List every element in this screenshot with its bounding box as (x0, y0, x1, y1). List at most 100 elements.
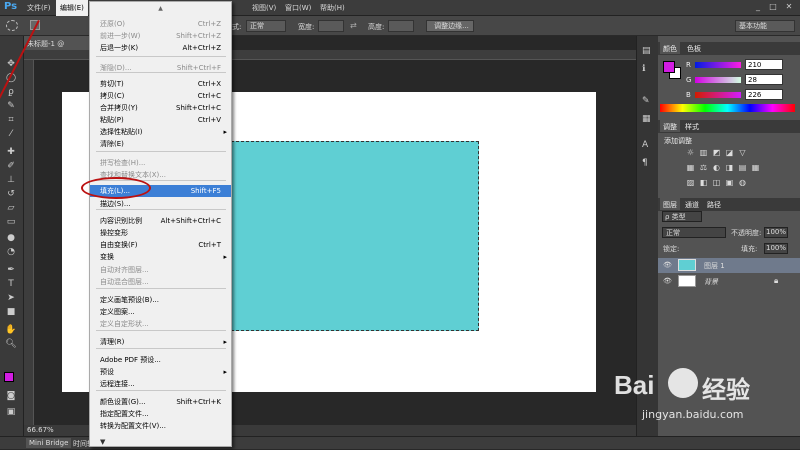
adjustment-icon[interactable]: ▣ (725, 178, 734, 187)
menu-item[interactable]: 颜色设置(G)... Shift+Ctrl+K (90, 396, 231, 408)
zoom-level[interactable]: 66.67% (27, 426, 54, 434)
layer-name[interactable]: 背景 (704, 277, 718, 287)
layer-1-rectangle-selection[interactable] (231, 141, 479, 331)
blur-tool-icon[interactable]: ● (4, 232, 18, 245)
minimize-icon[interactable]: _ (752, 2, 764, 13)
adjustments-tab[interactable]: 调整 (660, 120, 680, 132)
opacity-field[interactable]: 100% (764, 227, 788, 238)
menu-item[interactable]: 还原(O) Ctrl+Z (90, 18, 231, 30)
layer-name[interactable]: 图层 1 (704, 261, 725, 271)
adjustment-icon[interactable]: ◍ (738, 178, 747, 187)
menu-item[interactable]: 远程连接... (90, 378, 231, 390)
menu-item[interactable]: 描边(S)... (90, 198, 231, 210)
r-slider[interactable] (695, 62, 741, 68)
menu-item[interactable]: 内容识别比例 Alt+Shift+Ctrl+C (90, 215, 231, 227)
foreground-color-swatch[interactable] (4, 372, 14, 382)
menu-item[interactable]: 自由变换(F) Ctrl+T (90, 239, 231, 251)
menu-item[interactable]: 前进一步(W) Shift+Ctrl+Z (90, 30, 231, 42)
adjustment-icon[interactable]: ▦ (686, 163, 695, 172)
paths-tab[interactable]: 路径 (704, 198, 724, 210)
menu-item[interactable]: 转换为配置文件(V)... (90, 420, 231, 432)
menu-item[interactable]: 选择性粘贴(I) ▸ (90, 126, 231, 138)
b-value[interactable]: 226 (745, 89, 783, 100)
lasso-tool-icon[interactable]: ϼ (4, 86, 18, 99)
zoom-tool-icon[interactable]: 🔍︎ (4, 338, 18, 351)
menu-item[interactable]: 渐隐(D)... Shift+Ctrl+F (90, 62, 231, 74)
pen-tool-icon[interactable]: ✒ (4, 264, 18, 277)
screen-mode-icon[interactable]: ▣ (4, 406, 18, 419)
maximize-icon[interactable]: □ (767, 2, 779, 13)
properties-panel-icon[interactable]: ℹ (642, 64, 645, 74)
height-field[interactable] (388, 20, 414, 32)
menu-item[interactable]: 指定配置文件... (90, 408, 231, 420)
layer-row-1[interactable]: 👁︎ 图层 1 (658, 258, 800, 273)
adjustment-icon[interactable]: ◧ (699, 178, 708, 187)
close-icon[interactable]: ✕ (783, 2, 795, 13)
adjustment-icon[interactable]: ▤ (738, 163, 747, 172)
adjustment-icon[interactable]: ◪ (725, 148, 734, 157)
adjustment-icon[interactable]: ⚖ (699, 163, 708, 172)
workspace-select[interactable]: 基本功能 (735, 20, 795, 32)
swatches-tab[interactable]: 色板 (684, 42, 704, 54)
adjustment-icon[interactable]: ◐ (712, 163, 721, 172)
color-fg-swatch[interactable] (663, 61, 675, 73)
history-panel-icon[interactable]: ▤ (642, 46, 651, 56)
adjustment-icon[interactable]: ▽ (738, 148, 747, 157)
menu-item[interactable]: 自动混合图层... (90, 276, 231, 288)
eyedropper-tool-icon[interactable]: ⁄ (4, 128, 18, 141)
menu-item[interactable]: 预设 ▸ (90, 366, 231, 378)
eraser-tool-icon[interactable]: ▱ (4, 202, 18, 215)
menu-item[interactable]: 拷贝(C) Ctrl+C (90, 90, 231, 102)
menu-item[interactable]: 自动对齐图层... (90, 264, 231, 276)
clone-stamp-icon[interactable]: ⊥ (4, 174, 18, 187)
path-select-icon[interactable]: ➤ (4, 292, 18, 305)
shape-tool-icon[interactable]: ■ (4, 306, 18, 319)
gradient-tool-icon[interactable]: ▭ (4, 216, 18, 229)
styles-tab[interactable]: 样式 (682, 120, 702, 132)
adjustment-icon[interactable]: ◫ (712, 178, 721, 187)
menu-scroll-up-icon[interactable]: ▲ (90, 5, 231, 12)
menu-window[interactable]: 窗口(W) (285, 3, 311, 13)
adjustment-icon[interactable]: ▦ (751, 163, 760, 172)
type-tool-icon[interactable]: T (4, 278, 18, 291)
layer-filter-select[interactable]: ρ 类型 (662, 211, 702, 222)
menu-help[interactable]: 帮助(H) (320, 3, 345, 13)
color-tab[interactable]: 颜色 (660, 42, 680, 54)
menu-item[interactable]: 操控变形 (90, 227, 231, 239)
refine-edge-button[interactable]: 调整边缘... (426, 20, 474, 32)
hand-tool-icon[interactable]: ✋ (4, 324, 18, 337)
clone-source-icon[interactable]: ▦ (642, 114, 651, 124)
document-tab[interactable]: 未标题-1 @ 66.7% (24, 36, 90, 57)
crop-tool-icon[interactable]: ⌗ (4, 114, 18, 127)
swap-icon[interactable]: ⇄ (350, 21, 357, 30)
elliptical-marquee-icon[interactable] (6, 20, 18, 31)
paragraph-panel-icon[interactable]: ¶ (642, 158, 648, 168)
width-field[interactable] (318, 20, 344, 32)
g-slider[interactable] (695, 77, 741, 83)
g-value[interactable]: 28 (745, 74, 783, 85)
channels-tab[interactable]: 通道 (682, 198, 702, 210)
quick-mask-icon[interactable]: ◙ (4, 390, 18, 403)
r-value[interactable]: 210 (745, 59, 783, 70)
visibility-eye-icon[interactable]: 👁︎ (663, 261, 672, 269)
fill-field[interactable]: 100% (764, 243, 788, 254)
dodge-tool-icon[interactable]: ◔ (4, 246, 18, 259)
blend-mode-select[interactable]: 正常 (662, 227, 726, 238)
menu-item[interactable]: 定义自定形状... (90, 318, 231, 330)
adjustment-icon[interactable]: ☼ (686, 148, 695, 157)
menu-item[interactable]: 定义画笔预设(B)... (90, 294, 231, 306)
b-slider[interactable] (695, 92, 741, 98)
menu-item[interactable]: 拼写检查(H)... (90, 157, 231, 169)
healing-brush-icon[interactable]: ✚ (4, 146, 18, 159)
menu-item[interactable]: 后退一步(K) Alt+Ctrl+Z (90, 42, 231, 54)
menu-scroll-down-icon[interactable]: ▼ (100, 438, 105, 446)
mini-bridge-tab[interactable]: Mini Bridge (26, 438, 72, 448)
quick-select-tool-icon[interactable]: ✎ (4, 100, 18, 113)
adjustment-icon[interactable]: ▨ (686, 178, 695, 187)
menu-item[interactable]: 合并拷贝(Y) Shift+Ctrl+C (90, 102, 231, 114)
menu-item[interactable]: 清理(R) ▸ (90, 336, 231, 348)
menu-edit[interactable]: 编辑(E) (56, 0, 88, 16)
menu-item[interactable]: 粘贴(P) Ctrl+V (90, 114, 231, 126)
brush-tool-icon[interactable]: ✐ (4, 160, 18, 173)
brush-panel-icon[interactable]: ✎ (642, 96, 650, 106)
